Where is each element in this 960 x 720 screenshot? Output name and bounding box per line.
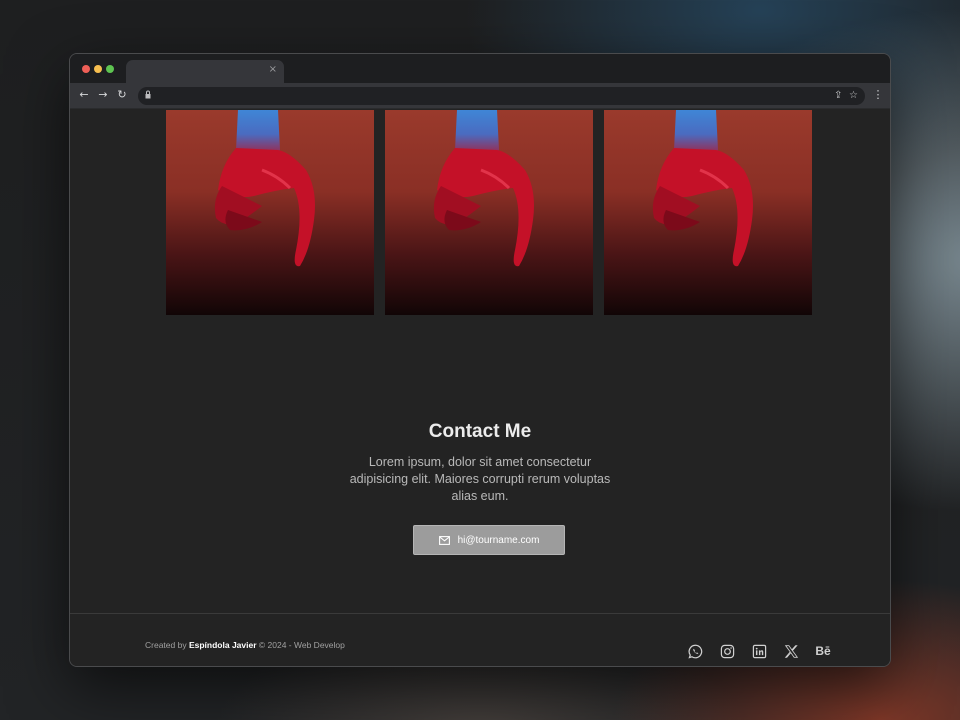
hand-image [652, 110, 753, 267]
author-name[interactable]: Espíndola Javier [189, 640, 257, 650]
lock-icon [145, 90, 151, 99]
instagram-icon[interactable] [719, 643, 735, 659]
address-bar[interactable]: ⇪ ☆ [138, 87, 865, 105]
x-icon[interactable] [783, 643, 799, 659]
gallery-photo[interactable] [385, 110, 593, 315]
page-content: Contact Me Lorem ipsum, dolor sit amet c… [70, 110, 890, 666]
tab-close-icon[interactable]: × [269, 64, 277, 75]
share-icon[interactable]: ⇪ [834, 88, 842, 104]
maximize-window-button[interactable] [106, 65, 114, 73]
email-button[interactable]: hi@tourname.com [413, 525, 565, 555]
behance-icon[interactable]: Bē [815, 643, 831, 659]
email-label: hi@tourname.com [457, 534, 540, 546]
bookmark-star-icon[interactable]: ☆ [849, 88, 858, 104]
gallery-photo[interactable] [166, 110, 374, 315]
minimize-window-button[interactable] [94, 65, 102, 73]
browser-window: × ← → ↻ ⇪ ☆ ⋮ Contact Me Lorem ipsum, do… [69, 53, 891, 667]
contact-title: Contact Me [428, 421, 532, 442]
gallery-photo[interactable] [604, 110, 812, 315]
footer-divider [70, 613, 890, 614]
credit-suffix: © 2024 - Web Develop [258, 640, 345, 650]
social-links: Bē [687, 643, 831, 659]
close-window-button[interactable] [82, 65, 90, 73]
footer-credit: Created by Espíndola Javier © 2024 - Web… [145, 640, 345, 650]
title-bar: × [70, 54, 890, 83]
whatsapp-icon[interactable] [687, 643, 703, 659]
browser-menu-icon[interactable]: ⋮ [870, 87, 886, 103]
back-arrow-icon[interactable]: ← [76, 87, 92, 103]
contact-description: Lorem ipsum, dolor sit amet consectetur … [349, 455, 611, 503]
envelope-icon [438, 535, 450, 545]
hand-image [433, 110, 534, 267]
hand-image [214, 110, 315, 267]
credit-prefix: Created by [145, 640, 187, 650]
linkedin-icon[interactable] [751, 643, 767, 659]
photo-gallery [166, 110, 812, 315]
browser-tab[interactable]: × [126, 60, 284, 83]
browser-toolbar: ← → ↻ ⇪ ☆ ⋮ [70, 83, 890, 109]
forward-arrow-icon[interactable]: → [95, 87, 111, 103]
reload-icon[interactable]: ↻ [114, 87, 130, 103]
